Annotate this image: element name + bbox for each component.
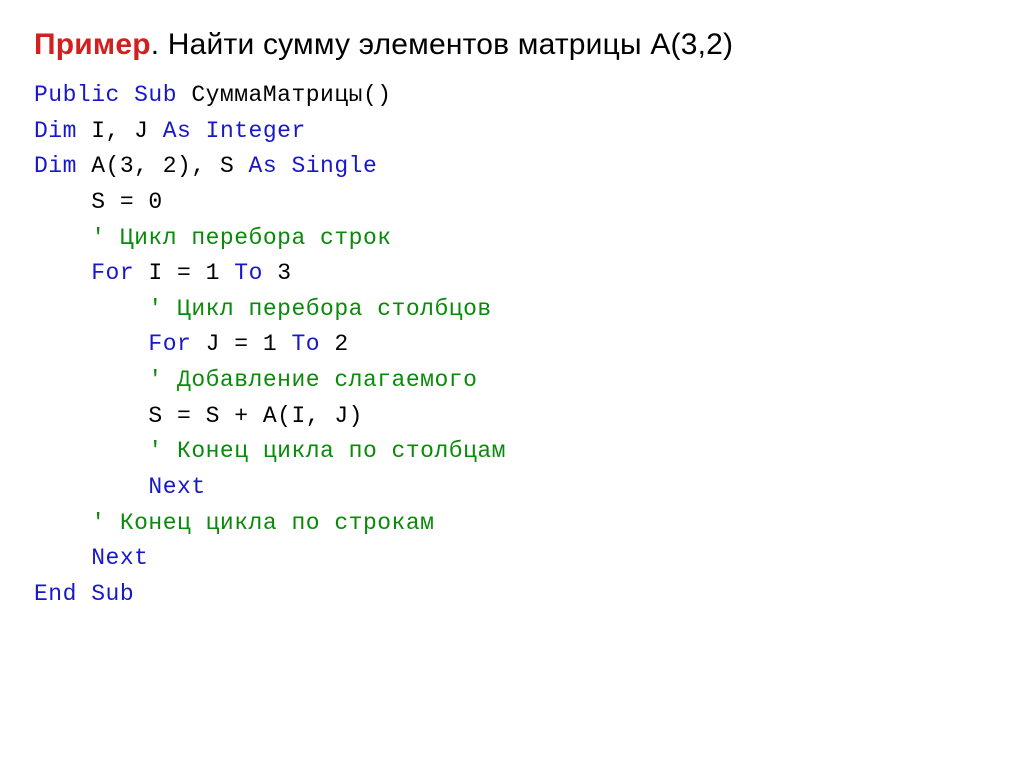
comment-end-rows: ' Конец цикла по строкам	[34, 510, 434, 536]
code-line-4: S = 0	[34, 185, 990, 221]
indent	[34, 545, 91, 571]
kw-dim: Dim	[34, 153, 91, 179]
for-i: I = 1	[148, 260, 234, 286]
code-line-13: ' Конец цикла по строкам	[34, 506, 990, 542]
kw-to: To	[291, 331, 334, 357]
code-line-5: ' Цикл перебора строк	[34, 221, 990, 257]
code-line-3: Dim A(3, 2), S As Single	[34, 149, 990, 185]
code-line-14: Next	[34, 541, 990, 577]
code-line-2: Dim I, J As Integer	[34, 114, 990, 150]
indent	[34, 260, 91, 286]
slide-content: Пример. Найти сумму элементов матрицы A(…	[0, 0, 1024, 641]
code-line-11: ' Конец цикла по столбцам	[34, 434, 990, 470]
vars-ij: I, J	[91, 118, 163, 144]
code-line-6: For I = 1 To 3	[34, 256, 990, 292]
assign-s0: S = 0	[34, 189, 163, 215]
kw-to: To	[234, 260, 277, 286]
vars-as: A(3, 2), S	[91, 153, 248, 179]
kw-end-sub: End Sub	[34, 581, 134, 607]
for-j: J = 1	[206, 331, 292, 357]
kw-as-single: As Single	[249, 153, 378, 179]
kw-next: Next	[91, 545, 148, 571]
code-line-15: End Sub	[34, 577, 990, 613]
code-line-12: Next	[34, 470, 990, 506]
lit-3: 3	[277, 260, 291, 286]
kw-next: Next	[148, 474, 205, 500]
comment-rows: ' Цикл перебора строк	[34, 225, 392, 251]
lit-2: 2	[334, 331, 348, 357]
kw-for: For	[148, 331, 205, 357]
proc-name: СуммаМатрицы()	[191, 82, 391, 108]
indent	[34, 331, 148, 357]
comment-end-cols: ' Конец цикла по столбцам	[34, 438, 506, 464]
indent	[34, 474, 148, 500]
kw-dim: Dim	[34, 118, 91, 144]
title-keyword: Пример	[34, 28, 151, 61]
kw-for: For	[91, 260, 148, 286]
title-line: Пример. Найти сумму элементов матрицы A(…	[34, 28, 990, 62]
assign-sum: S = S + A(I, J)	[34, 403, 363, 429]
comment-cols: ' Цикл перебора столбцов	[34, 296, 492, 322]
code-line-10: S = S + A(I, J)	[34, 399, 990, 435]
code-line-1: Public Sub СуммаМатрицы()	[34, 78, 990, 114]
code-line-7: ' Цикл перебора столбцов	[34, 292, 990, 328]
code-block: Public Sub СуммаМатрицы()Dim I, J As Int…	[34, 78, 990, 613]
code-line-8: For J = 1 To 2	[34, 327, 990, 363]
title-rest: . Найти сумму элементов матрицы A(3,2)	[151, 28, 733, 61]
code-line-9: ' Добавление слагаемого	[34, 363, 990, 399]
comment-add: ' Добавление слагаемого	[34, 367, 477, 393]
kw-public-sub: Public Sub	[34, 82, 191, 108]
kw-as-integer: As Integer	[163, 118, 306, 144]
